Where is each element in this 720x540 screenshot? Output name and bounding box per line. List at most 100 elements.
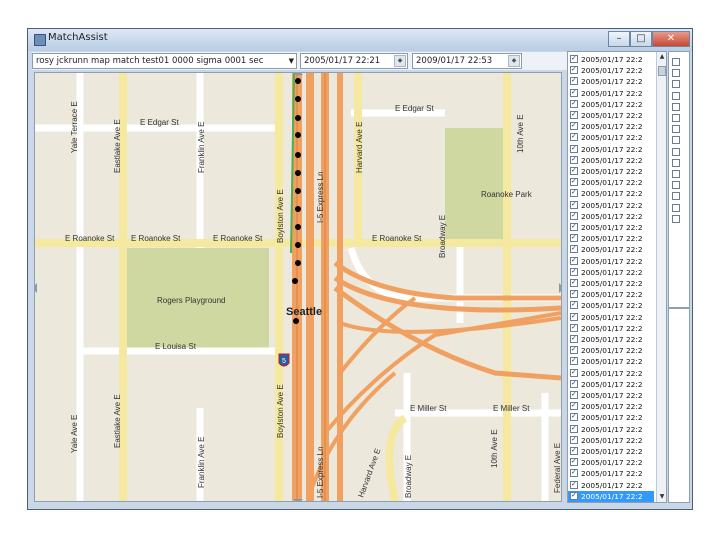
list-item-checkbox[interactable] (570, 87, 578, 98)
list-item-checkbox[interactable] (570, 255, 578, 266)
list-item-checkbox[interactable] (570, 232, 578, 243)
list-item-checkbox[interactable] (570, 445, 578, 456)
map-canvas[interactable]: 5 E Edgar St E Edgar St E Roanoke St E R… (35, 73, 561, 501)
list-item[interactable]: 2005/01/17 22:2 (568, 434, 654, 446)
list-item[interactable]: 2005/01/17 22:2 (568, 322, 654, 334)
scroll-down-icon[interactable]: ▼ (657, 492, 666, 502)
list-item[interactable]: 2005/01/17 22:2 (568, 154, 654, 166)
list-item-checkbox[interactable] (570, 311, 578, 322)
list-item-checkbox[interactable] (570, 154, 578, 165)
list-item-checkbox[interactable] (570, 120, 578, 131)
list-item[interactable]: 2005/01/17 22:2 (568, 75, 654, 87)
side-checkbox[interactable] (672, 136, 680, 145)
point-list[interactable]: 2005/01/17 22:22005/01/17 22:22005/01/17… (567, 51, 667, 503)
list-item-checkbox[interactable] (570, 143, 578, 154)
side-checkbox[interactable] (672, 170, 680, 178)
list-item[interactable]: 2005/01/17 22:2 (568, 299, 654, 311)
list-item-checkbox[interactable] (570, 199, 578, 210)
list-item[interactable]: 2005/01/17 22:2 (568, 467, 654, 479)
list-item[interactable]: 2005/01/17 22:2 (568, 423, 654, 435)
list-item-checkbox[interactable] (570, 221, 578, 232)
list-item-checkbox[interactable] (570, 165, 578, 176)
list-item[interactable]: 2005/01/17 22:2 (568, 479, 654, 491)
list-item[interactable]: 2005/01/17 22:2 (568, 456, 654, 468)
list-item[interactable]: 2005/01/17 22:2 (568, 288, 654, 300)
list-item-checkbox[interactable] (570, 176, 578, 187)
list-item[interactable]: 2005/01/17 22:2 (568, 131, 654, 143)
list-item[interactable]: 2005/01/17 22:2 (568, 311, 654, 323)
list-item-checkbox[interactable] (570, 423, 578, 434)
list-item[interactable]: 2005/01/17 22:2 (568, 367, 654, 379)
list-item[interactable]: 2005/01/17 22:2 (568, 378, 654, 390)
maximize-button[interactable]: □ (630, 31, 652, 47)
side-checkbox[interactable] (672, 214, 680, 223)
side-checkbox[interactable] (672, 80, 680, 89)
list-item[interactable]: 2005/01/17 22:2 (568, 266, 654, 278)
list-item-checkbox[interactable] (570, 266, 578, 277)
list-item[interactable]: 2005/01/17 22:2 (568, 199, 654, 211)
side-checkbox[interactable] (672, 181, 680, 190)
list-item[interactable]: 2005/01/17 22:2 (568, 187, 654, 199)
list-item[interactable]: 2005/01/17 22:2 (568, 98, 654, 110)
title-bar[interactable]: MatchAssist – □ ✕ (28, 29, 692, 51)
list-item-checkbox[interactable] (570, 288, 578, 299)
side-checkbox[interactable] (672, 69, 680, 78)
list-item-checkbox[interactable] (570, 378, 578, 389)
list-item-checkbox[interactable] (570, 109, 578, 120)
spin-icon[interactable]: ◆ (508, 55, 520, 67)
list-item[interactable]: 2005/01/17 22:2 (568, 333, 654, 345)
file-select[interactable]: rosy jckrunn map match test01 0000 sigma… (32, 53, 297, 69)
side-checkbox[interactable] (672, 102, 680, 111)
side-checkbox[interactable] (672, 158, 680, 167)
side-checkbox[interactable] (672, 58, 680, 66)
list-scrollbar[interactable]: ▲ ▼ (656, 52, 666, 502)
panel-splitter[interactable] (669, 307, 689, 309)
side-checkbox[interactable] (672, 125, 680, 134)
list-item-checkbox[interactable] (570, 53, 578, 64)
scroll-thumb[interactable] (658, 66, 666, 76)
list-item[interactable]: 2005/01/17 22:2 (568, 109, 654, 121)
list-item[interactable]: 2005/01/17 22:2 (568, 120, 654, 132)
list-item-checkbox[interactable] (570, 355, 578, 366)
side-checkbox[interactable] (672, 203, 680, 212)
list-item-checkbox[interactable] (570, 333, 578, 344)
list-item[interactable]: 2005/01/17 22:2 (568, 255, 654, 267)
list-item-checkbox[interactable] (570, 456, 578, 467)
list-item[interactable]: 2005/01/17 22:2 (568, 277, 654, 289)
list-item[interactable]: 2005/01/17 22:2 (568, 355, 654, 367)
list-item[interactable]: 2005/01/17 22:2 (568, 400, 654, 412)
end-time-picker[interactable]: 2009/01/17 22:53 ◆ (412, 53, 522, 69)
list-item[interactable]: 2005/01/17 22:2 (568, 143, 654, 155)
list-item-checkbox[interactable] (570, 479, 578, 490)
list-item-checkbox[interactable] (570, 434, 578, 445)
list-item[interactable]: 2005/01/17 22:2 (568, 490, 654, 502)
list-item-checkbox[interactable] (570, 367, 578, 378)
list-item[interactable]: 2005/01/17 22:2 (568, 221, 654, 233)
list-item-checkbox[interactable] (570, 389, 578, 400)
list-item-checkbox[interactable] (570, 187, 578, 198)
list-item-checkbox[interactable] (570, 75, 578, 86)
side-checkbox[interactable] (672, 192, 680, 201)
map-view[interactable]: 5 E Edgar St E Edgar St E Roanoke St E R… (34, 72, 562, 502)
list-item-checkbox[interactable] (570, 322, 578, 333)
start-time-picker[interactable]: 2005/01/17 22:21 ◆ (300, 53, 408, 69)
scroll-up-icon[interactable]: ▲ (657, 52, 666, 62)
chevron-down-icon[interactable]: ▼ (289, 54, 294, 68)
side-checkbox[interactable] (672, 147, 680, 156)
list-item-checkbox[interactable] (570, 490, 578, 501)
list-item[interactable]: 2005/01/17 22:2 (568, 232, 654, 244)
list-item-checkbox[interactable] (570, 131, 578, 142)
list-item[interactable]: 2005/01/17 22:2 (568, 87, 654, 99)
list-item[interactable]: 2005/01/17 22:2 (568, 176, 654, 188)
list-item-checkbox[interactable] (570, 243, 578, 254)
list-item[interactable]: 2005/01/17 22:2 (568, 445, 654, 457)
spin-icon[interactable]: ◆ (394, 55, 406, 67)
minimize-button[interactable]: – (608, 31, 630, 47)
list-item-checkbox[interactable] (570, 277, 578, 288)
list-item-checkbox[interactable] (570, 344, 578, 355)
list-item-checkbox[interactable] (570, 64, 578, 75)
list-item[interactable]: 2005/01/17 22:2 (568, 53, 654, 65)
list-item-checkbox[interactable] (570, 467, 578, 478)
list-item-checkbox[interactable] (570, 299, 578, 310)
side-checkbox[interactable] (672, 114, 680, 122)
